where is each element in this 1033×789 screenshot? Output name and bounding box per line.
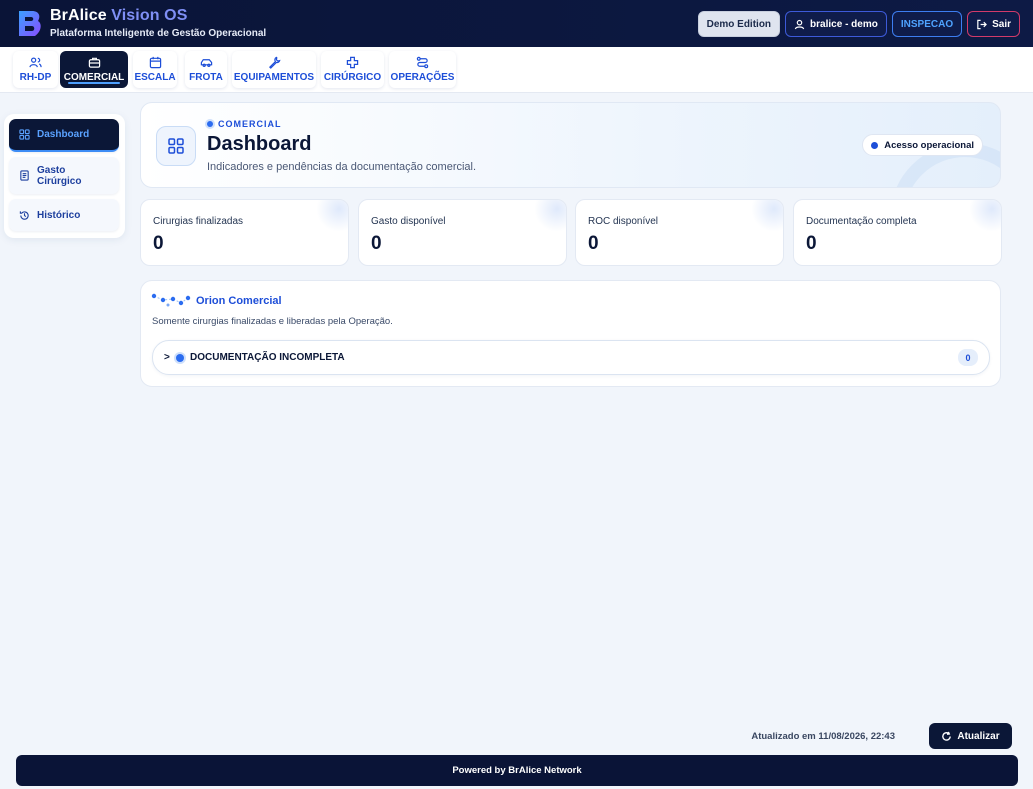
sidebar-item-historico[interactable]: Histórico	[9, 199, 119, 231]
eyebrow-dot	[207, 121, 213, 127]
stat-value: 0	[588, 233, 599, 254]
access-label: Acesso operacional	[884, 139, 974, 151]
calendar-icon	[149, 56, 161, 69]
card-glow	[534, 200, 566, 232]
dashboard-icon	[156, 126, 196, 166]
stat-card-roc: ROC disponível 0	[575, 199, 784, 266]
sidebar-item-label: Dashboard	[37, 129, 90, 140]
status-dot	[176, 354, 184, 362]
tab-escala[interactable]: ESCALA	[133, 51, 177, 88]
section-eyebrow: COMERCIAL	[207, 119, 282, 129]
sidebar-item-label: Gasto Cirúrgico	[37, 164, 82, 187]
module-bar: RH-DP COMERCIAL ESCALA FROTA EQUIPAMENTO…	[0, 47, 1033, 93]
sidebar-item-label: Histórico	[37, 209, 81, 221]
stat-label: Cirurgias finalizadas	[153, 216, 244, 227]
route-icon	[416, 56, 429, 69]
count-badge: 0	[958, 349, 978, 366]
page-title: Dashboard	[207, 133, 312, 155]
active-tab-underline	[68, 82, 120, 84]
user-label: bralice - demo	[810, 18, 878, 30]
accordion-label: DOCUMENTAÇÃO INCOMPLETA	[190, 352, 345, 363]
demo-label: Demo Edition	[706, 18, 772, 30]
stat-label: Documentação completa	[806, 216, 917, 227]
user-menu-button[interactable]: bralice - demo	[785, 11, 887, 37]
orion-panel: Orion Comercial Somente cirurgias finali…	[140, 280, 1001, 387]
role-button[interactable]: INSPECAO	[891, 11, 963, 37]
brand: BrAlice Vision OS Plataforma Inteligente…	[50, 7, 266, 39]
stat-label: ROC disponível	[588, 216, 659, 227]
plus-icon	[346, 56, 359, 69]
refresh-icon	[942, 731, 952, 741]
tab-label: EQUIPAMENTOS	[233, 72, 315, 83]
brand-subtitle: Plataforma Inteligente de Gestão Operaci…	[50, 28, 267, 39]
logout-label: Sair	[992, 18, 1011, 30]
tab-operacoes[interactable]: OPERAÇÕES	[389, 51, 456, 88]
status-dot	[871, 141, 879, 149]
orion-constellation-icon	[151, 293, 191, 307]
tab-frota[interactable]: FROTA	[185, 51, 227, 88]
brand-name: BrAlice	[50, 7, 107, 24]
refresh-label: Atualizar	[957, 730, 1000, 742]
sidebar: Dashboard Gasto Cirúrgico Histórico	[4, 114, 125, 238]
refresh-button[interactable]: Atualizar	[929, 723, 1012, 749]
bralice-logo	[19, 11, 41, 36]
accordion-documentacao-incompleta[interactable]: > DOCUMENTAÇÃO INCOMPLETA 0	[152, 340, 990, 375]
tab-label: OPERAÇÕES	[390, 72, 455, 83]
tab-equipamentos[interactable]: EQUIPAMENTOS	[232, 51, 316, 88]
brand-title: BrAlice Vision OS	[50, 7, 266, 25]
tab-comercial[interactable]: COMERCIAL	[60, 51, 128, 88]
chevron-right-icon: >	[164, 352, 170, 363]
last-updated: Atualizado em 11/08/2026, 22:43	[751, 731, 895, 742]
powered-by: Powered by BrAlice Network	[452, 765, 582, 776]
stat-value: 0	[153, 233, 164, 254]
stat-card-gasto: Gasto disponível 0	[358, 199, 567, 266]
top-actions: Demo Edition bralice - demo INSPECAO Sai…	[697, 11, 1020, 37]
history-icon	[19, 210, 29, 220]
stat-card-cirurgias: Cirurgias finalizadas 0	[140, 199, 349, 266]
wrench-icon	[268, 56, 281, 69]
demo-edition-button[interactable]: Demo Edition	[697, 11, 781, 37]
stat-card-documentacao: Documentação completa 0	[793, 199, 1002, 266]
grid-icon	[19, 129, 30, 140]
tab-rh-dp[interactable]: RH-DP	[13, 51, 58, 88]
brand-accent: Vision OS	[111, 7, 188, 24]
stat-label: Gasto disponível	[371, 216, 446, 227]
car-icon	[200, 59, 212, 68]
access-badge: Acesso operacional	[862, 134, 983, 156]
user-icon	[794, 19, 805, 29]
users-icon	[29, 57, 42, 68]
stat-value: 0	[371, 233, 382, 254]
card-glow	[316, 200, 348, 232]
page-subtitle: Indicadores e pendências da documentação…	[207, 161, 477, 173]
top-bar: BrAlice Vision OS Plataforma Inteligente…	[0, 0, 1033, 47]
sidebar-item-gasto-cirurgico[interactable]: Gasto Cirúrgico	[9, 157, 119, 194]
tab-label: CIRÚRGICO	[323, 72, 382, 83]
tab-label: FROTA	[189, 72, 223, 83]
orion-title: Orion Comercial	[196, 295, 282, 307]
sidebar-item-dashboard[interactable]: Dashboard	[9, 119, 119, 152]
tab-label: ESCALA	[134, 72, 176, 83]
tab-cirurgico[interactable]: CIRÚRGICO	[321, 51, 384, 88]
stat-value: 0	[806, 233, 817, 254]
role-label: INSPECAO	[900, 18, 954, 30]
briefcase-icon	[88, 57, 100, 68]
eyebrow-label: COMERCIAL	[218, 119, 282, 129]
footer-bar: Powered by BrAlice Network	[16, 755, 1018, 786]
document-icon	[20, 170, 29, 181]
orion-subtitle: Somente cirurgias finalizadas e liberada…	[152, 316, 393, 327]
logout-button[interactable]: Sair	[967, 11, 1020, 37]
card-glow	[969, 200, 1001, 232]
tab-label: RH-DP	[19, 72, 52, 83]
dashboard-hero: COMERCIAL Dashboard Indicadores e pendên…	[140, 102, 1001, 188]
logout-icon	[977, 19, 988, 29]
card-glow	[751, 200, 783, 232]
